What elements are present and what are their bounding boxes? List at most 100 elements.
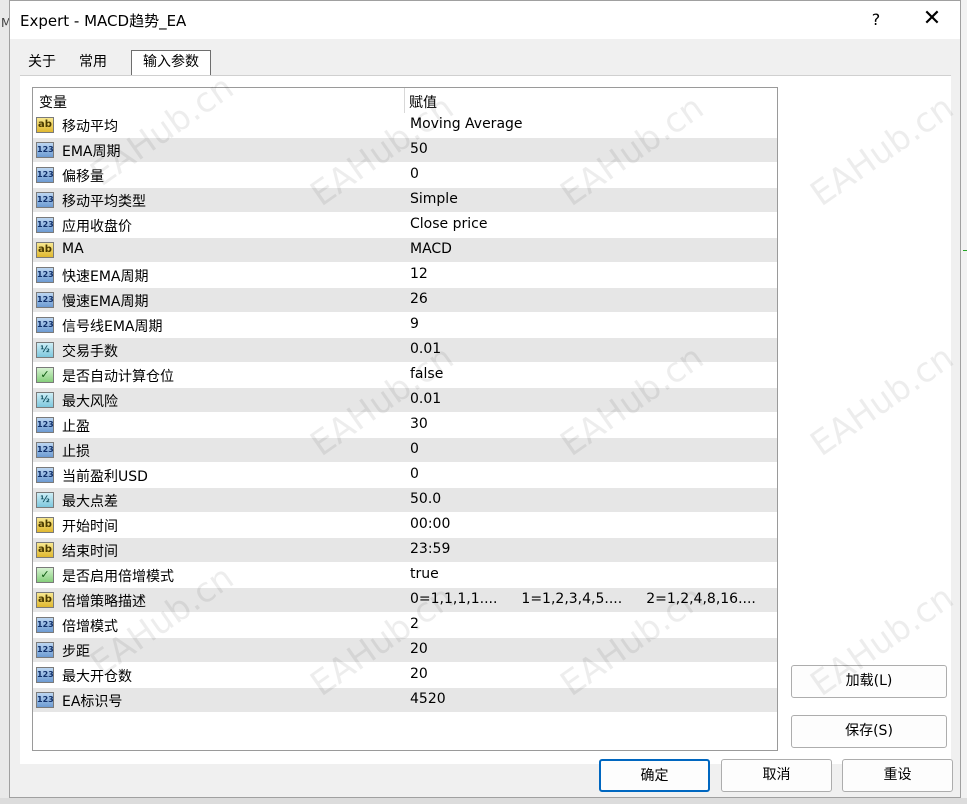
- parameter-value[interactable]: true: [410, 566, 439, 582]
- parameter-row[interactable]: ½ 最大点差 50.0: [33, 488, 777, 513]
- cancel-button[interactable]: 取消: [721, 759, 832, 792]
- parameters-grid: 变量 赋值 ab 移动平均 Moving Average 123 EMA周期 50 123 偏…: [32, 87, 778, 751]
- parameter-value[interactable]: 9: [410, 316, 419, 332]
- parameter-name: 快速EMA周期: [62, 269, 149, 285]
- type-n123-icon: 123: [36, 192, 54, 208]
- parameter-row[interactable]: ✓ 是否自动计算仓位 false: [33, 363, 777, 388]
- type-n123-icon: 123: [36, 667, 54, 683]
- parameter-value[interactable]: Moving Average: [410, 116, 523, 132]
- parameter-row[interactable]: 123 快速EMA周期 12: [33, 263, 777, 288]
- parameter-value[interactable]: 0=1,1,1,1.... 1=1,2,3,4,5.... 2=1,2,4,8,16…: [410, 591, 777, 607]
- expert-dialog: Expert - MACD趋势_EA ? ✕ 关于 常用 输入参数 变量 赋值 …: [9, 0, 961, 798]
- parameter-row[interactable]: ✓ 是否启用倍增模式 true: [33, 563, 777, 588]
- type-ab-icon: ab: [36, 242, 54, 258]
- close-button[interactable]: ✕: [909, 1, 955, 39]
- parameter-value[interactable]: 50.0: [410, 491, 441, 507]
- type-ab-icon: ab: [36, 517, 54, 533]
- type-ab-icon: ab: [36, 542, 54, 558]
- parameter-value-part: 0=1,1,1,1....: [410, 591, 498, 607]
- parameter-value[interactable]: 0: [410, 441, 419, 457]
- type-n123-icon: 123: [36, 617, 54, 633]
- type-n123-icon: 123: [36, 692, 54, 708]
- parameter-value[interactable]: Close price: [410, 216, 487, 232]
- header-value[interactable]: 赋值: [409, 92, 437, 112]
- type-n123-icon: 123: [36, 417, 54, 433]
- parameter-row[interactable]: ab MA MACD: [33, 238, 777, 263]
- type-ab-icon: ab: [36, 592, 54, 608]
- parameter-name: 开始时间: [62, 519, 118, 535]
- header-variable[interactable]: 变量: [39, 92, 67, 112]
- tab-inputs[interactable]: 输入参数: [131, 50, 211, 75]
- parameter-value[interactable]: 50: [410, 141, 428, 157]
- type-n123-icon: 123: [36, 442, 54, 458]
- parameter-value[interactable]: 0.01: [410, 341, 441, 357]
- parameter-row[interactable]: 123 止损 0: [33, 438, 777, 463]
- parameter-row[interactable]: 123 偏移量 0: [33, 163, 777, 188]
- parameter-value[interactable]: 00:00: [410, 516, 450, 532]
- parameter-name: 结束时间: [62, 544, 118, 560]
- parameter-name: 倍增模式: [62, 619, 118, 635]
- parameter-name: 交易手数: [62, 344, 118, 360]
- parameter-name: EMA周期: [62, 144, 121, 160]
- parameter-row[interactable]: 123 倍增模式 2: [33, 613, 777, 638]
- parameter-row[interactable]: 123 应用收盘价 Close price: [33, 213, 777, 238]
- parameter-value[interactable]: 0: [410, 166, 419, 182]
- type-bool-icon: ✓: [36, 367, 54, 383]
- parameter-row[interactable]: 123 止盈 30: [33, 413, 777, 438]
- parameter-value[interactable]: MACD: [410, 241, 452, 257]
- background-bottom-edge: [0, 798, 967, 804]
- parameter-row[interactable]: 123 EA标识号 4520: [33, 688, 777, 713]
- background-chart-edge: [960, 0, 967, 804]
- parameter-row[interactable]: ½ 交易手数 0.01: [33, 338, 777, 363]
- parameter-value[interactable]: 20: [410, 641, 428, 657]
- parameter-value[interactable]: 23:59: [410, 541, 450, 557]
- parameter-value[interactable]: 0: [410, 466, 419, 482]
- parameter-name: 止损: [62, 444, 90, 460]
- tab-about[interactable]: 关于: [20, 50, 64, 75]
- parameter-name: 最大点差: [62, 494, 118, 510]
- type-n123-icon: 123: [36, 642, 54, 658]
- type-frac-icon: ½: [36, 392, 54, 408]
- parameter-value[interactable]: 12: [410, 266, 428, 282]
- load-button[interactable]: 加载(L): [791, 665, 947, 698]
- parameter-name: 移动平均类型: [62, 194, 146, 210]
- save-button[interactable]: 保存(S): [791, 715, 947, 748]
- tab-common[interactable]: 常用: [68, 50, 118, 75]
- parameter-row[interactable]: 123 最大开仓数 20: [33, 663, 777, 688]
- parameter-name: 倍增策略描述: [62, 594, 146, 610]
- parameter-name: 最大风险: [62, 394, 118, 410]
- parameter-value[interactable]: 0.01: [410, 391, 441, 407]
- parameter-name: 最大开仓数: [62, 669, 132, 685]
- parameter-value[interactable]: Simple: [410, 191, 458, 207]
- parameter-row[interactable]: 123 EMA周期 50: [33, 138, 777, 163]
- parameter-row[interactable]: ab 结束时间 23:59: [33, 538, 777, 563]
- parameter-name: 慢速EMA周期: [62, 294, 149, 310]
- parameter-row[interactable]: ½ 最大风险 0.01: [33, 388, 777, 413]
- parameter-value[interactable]: 4520: [410, 691, 446, 707]
- parameter-row[interactable]: 123 步距 20: [33, 638, 777, 663]
- parameter-value[interactable]: 2: [410, 616, 419, 632]
- help-button[interactable]: ?: [853, 1, 899, 39]
- parameter-value-part: 2=1,2,4,8,16....: [646, 591, 756, 607]
- type-ab-icon: ab: [36, 117, 54, 133]
- parameter-value[interactable]: 26: [410, 291, 428, 307]
- parameter-value-part: 1=1,2,3,4,5....: [521, 591, 623, 607]
- parameter-row[interactable]: 123 慢速EMA周期 26: [33, 288, 777, 313]
- parameter-name: 步距: [62, 644, 90, 660]
- parameter-value[interactable]: 20: [410, 666, 428, 682]
- parameter-name: 偏移量: [62, 169, 104, 185]
- grid-rows: ab 移动平均 Moving Average 123 EMA周期 50 123 偏移量 0 123…: [33, 113, 777, 713]
- parameter-value[interactable]: 30: [410, 416, 428, 432]
- parameter-row[interactable]: ab 开始时间 00:00: [33, 513, 777, 538]
- reset-button[interactable]: 重设: [842, 759, 953, 792]
- parameter-value[interactable]: false: [410, 366, 443, 382]
- parameter-row[interactable]: 123 信号线EMA周期 9: [33, 313, 777, 338]
- type-frac-icon: ½: [36, 342, 54, 358]
- ok-button[interactable]: 确定: [599, 759, 710, 792]
- type-n123-icon: 123: [36, 467, 54, 483]
- parameter-name: 信号线EMA周期: [62, 319, 163, 335]
- parameter-row[interactable]: ab 倍增策略描述 0=1,1,1,1.... 1=1,2,3,4,5.... 2=1,…: [33, 588, 777, 613]
- parameter-row[interactable]: 123 移动平均类型 Simple: [33, 188, 777, 213]
- parameter-row[interactable]: 123 当前盈利USD 0: [33, 463, 777, 488]
- parameter-row[interactable]: ab 移动平均 Moving Average: [33, 113, 777, 138]
